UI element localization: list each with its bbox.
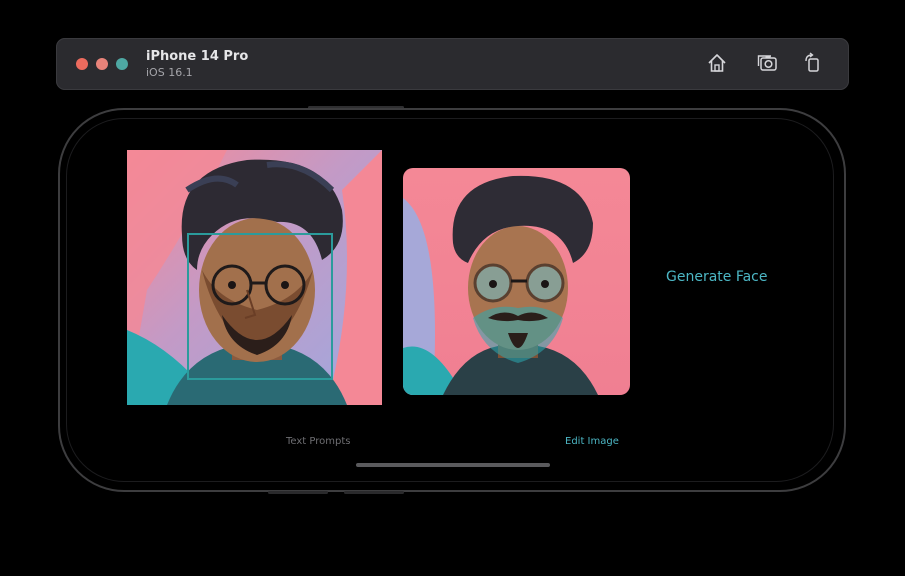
- generate-face-button[interactable]: Generate Face: [666, 269, 768, 285]
- volume-down-button: [344, 491, 404, 494]
- tab-edit-image[interactable]: Edit Image: [565, 436, 619, 447]
- face-detection-box[interactable]: [187, 233, 333, 380]
- generated-face-image: [403, 168, 630, 395]
- home-indicator[interactable]: [356, 463, 550, 467]
- volume-up-button: [268, 491, 328, 494]
- generated-illustration: [403, 168, 630, 395]
- home-icon: [708, 54, 726, 72]
- screenshot-icon: [757, 55, 777, 71]
- home-button[interactable]: [705, 51, 729, 75]
- minimize-window-button[interactable]: [96, 58, 108, 70]
- rotate-button[interactable]: [801, 51, 825, 75]
- os-version: iOS 16.1: [146, 66, 193, 79]
- close-window-button[interactable]: [76, 58, 88, 70]
- screenshot-button[interactable]: [755, 51, 779, 75]
- original-portrait-image: [127, 150, 382, 405]
- rotate-icon: [805, 52, 819, 72]
- zoom-window-button[interactable]: [116, 58, 128, 70]
- simulator-toolbar: iPhone 14 Pro iOS 16.1: [56, 38, 849, 90]
- tab-text-prompts[interactable]: Text Prompts: [286, 436, 351, 447]
- device-name: iPhone 14 Pro: [146, 49, 249, 64]
